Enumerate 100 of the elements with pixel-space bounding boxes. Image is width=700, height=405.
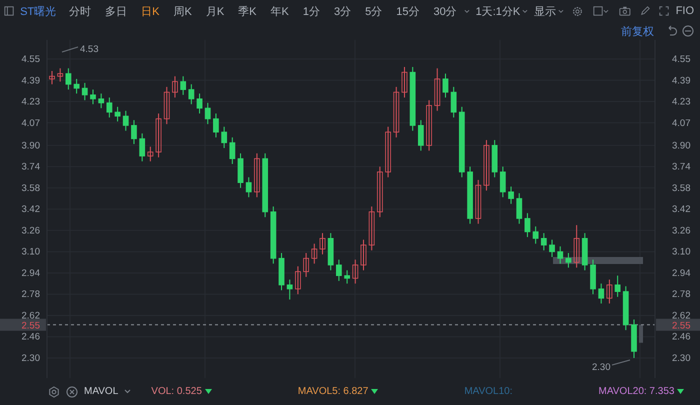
candlestick [540, 232, 547, 251]
candlestick [524, 212, 530, 238]
indicator-name[interactable]: MAVOL [84, 386, 118, 397]
price-axis-label: 4.39 [22, 75, 40, 86]
candlestick [368, 206, 375, 251]
period-tab[interactable]: 15分 [389, 4, 426, 18]
price-axis-label: 3.90 [672, 140, 690, 152]
price-axis-label: 3.74 [672, 162, 690, 173]
candlestick [164, 86, 170, 125]
period-tab[interactable]: 季K [231, 4, 264, 18]
caret-icon[interactable] [602, 8, 609, 14]
settings-icon[interactable] [48, 386, 60, 398]
close-icon[interactable] [66, 386, 78, 398]
zoom-out-icon[interactable] [682, 25, 694, 37]
price-axis-label: 3.42 [22, 204, 40, 216]
period-tab[interactable]: 30分 [426, 4, 464, 18]
price-axis-label: 4.07 [22, 118, 40, 129]
down-arrow-icon [677, 389, 684, 394]
indicator-value: MAVOL20: 7.353 [598, 386, 674, 397]
expand-icon[interactable] [658, 5, 669, 17]
price-axis-label: 2.46 [22, 332, 40, 343]
candlestick [238, 152, 244, 188]
candlestick [156, 112, 162, 158]
period-tab[interactable]: 分时 [62, 4, 98, 18]
price-axis-label: 4.39 [672, 75, 690, 86]
caret-icon[interactable] [464, 8, 470, 14]
candlestick [484, 140, 490, 192]
caret-icon[interactable] [522, 8, 528, 14]
candlestick [204, 102, 211, 125]
candlestick [213, 112, 219, 138]
candlestick [450, 86, 457, 118]
period-tab[interactable]: 日K [134, 4, 166, 18]
candlestick [434, 68, 440, 112]
down-arrow-icon [371, 389, 378, 394]
interval-dropdown[interactable]: 1天:1分K [470, 4, 522, 18]
candlestick [106, 97, 112, 118]
candlestick [344, 270, 350, 284]
candlestick [74, 78, 80, 94]
candlestick [360, 239, 366, 271]
candlestick [426, 100, 432, 152]
settings-icon[interactable] [572, 4, 583, 18]
candlestick [418, 120, 424, 152]
period-tab[interactable]: 1分 [296, 4, 327, 18]
price-axis-label: 4.23 [672, 96, 690, 108]
price-axis-label: 3.10 [672, 246, 690, 258]
leader-line [612, 360, 630, 366]
period-tab[interactable]: 年K [264, 4, 296, 18]
price-axis-label: 2.30 [22, 353, 40, 364]
candlestick [303, 252, 310, 278]
stock-name[interactable]: ST曙光 [14, 4, 62, 18]
panel-icon[interactable] [4, 5, 14, 17]
caret-icon[interactable] [124, 389, 132, 394]
candlestick [139, 132, 146, 162]
candlestick [65, 68, 72, 90]
caret-icon[interactable] [558, 8, 564, 14]
indicator-value: VOL: 0.525 [151, 386, 202, 397]
candlestick [221, 126, 228, 149]
candlestick [352, 259, 358, 284]
price-axis-label: 2.62 [672, 310, 690, 322]
period-tab[interactable]: 周K [166, 4, 199, 18]
price-axis-label: 4.55 [672, 54, 690, 65]
candlestick [500, 166, 506, 198]
candlestick [98, 93, 104, 109]
period-tab[interactable]: 5分 [358, 4, 390, 18]
toolbar-label[interactable]: FIO [668, 5, 696, 17]
price-axis-label: 3.26 [22, 225, 40, 236]
candlestick [188, 84, 194, 105]
high-price-label: 4.53 [80, 44, 98, 55]
candlestick [614, 275, 621, 298]
candlestick [475, 179, 482, 224]
candlestick [516, 192, 522, 224]
candlestick [131, 120, 137, 145]
camera-icon[interactable] [618, 5, 631, 17]
period-tab[interactable]: 多日 [98, 4, 134, 18]
period-tab[interactable]: 3分 [326, 4, 358, 18]
candlestick [336, 259, 342, 282]
price-tag-background [656, 318, 700, 331]
candlestick [49, 70, 55, 85]
square-icon[interactable] [592, 5, 603, 17]
candlestick [385, 126, 391, 178]
candlestick [90, 89, 96, 105]
price-axis-label: 2.78 [22, 289, 40, 300]
adjust-button[interactable]: 前复权 [621, 24, 654, 38]
candlestick [311, 243, 318, 264]
pencil-icon[interactable] [640, 5, 650, 17]
indicator-value: MAVOL5: 6.827 [298, 386, 368, 397]
candlestick [320, 232, 326, 255]
candlestick [549, 239, 555, 258]
candlestick [147, 146, 154, 162]
display-dropdown[interactable]: 显示 [528, 4, 558, 18]
price-axis-label: 4.23 [22, 96, 40, 108]
price-axis-label: 2.94 [672, 268, 690, 279]
undo-icon[interactable] [666, 25, 678, 37]
leader-line [62, 46, 78, 52]
period-tab[interactable]: 月K [198, 4, 232, 18]
price-axis-label: 4.07 [672, 118, 690, 129]
current-price-label: 2.55 [22, 320, 40, 332]
low-price-label: 2.30 [592, 362, 610, 373]
price-axis-label: 3.58 [672, 182, 690, 194]
price-tag-background [0, 318, 46, 331]
